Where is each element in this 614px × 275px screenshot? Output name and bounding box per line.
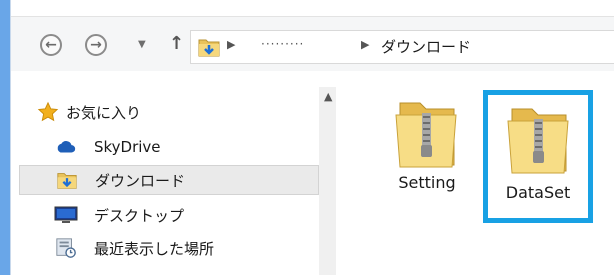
ribbon-fragment: ▔▔▔ <box>531 0 581 6</box>
sidebar-item-favorites[interactable]: お気に入り <box>19 97 319 127</box>
address-bar[interactable]: ▶ ········· ▶ ダウンロード <box>190 30 614 64</box>
downloads-folder-icon <box>197 35 221 63</box>
cloud-icon <box>54 135 78 159</box>
file-name: Setting <box>398 173 456 192</box>
breadcrumb-hidden-path[interactable]: ········· <box>261 37 304 51</box>
sidebar-item-label: SkyDrive <box>94 138 161 156</box>
star-icon <box>36 100 60 124</box>
ribbon-strip: ▔▔▔▔ ▔▔▔ <box>11 0 614 17</box>
file-list-pane: Setting DataSet <box>336 72 614 275</box>
file-name: DataSet <box>505 183 571 202</box>
file-item-dataset[interactable]: DataSet <box>483 90 593 223</box>
sidebar-item-recent-places[interactable]: 最近表示した場所 <box>19 233 319 263</box>
sidebar-item-downloads[interactable]: ダウンロード <box>19 165 319 195</box>
sidebar-item-desktop[interactable]: デスクトップ <box>19 200 319 230</box>
desktop-icon <box>54 203 78 227</box>
up-arrow-icon[interactable]: ↑ <box>169 33 184 54</box>
scroll-up-arrow-icon[interactable]: ▲ <box>324 90 332 103</box>
forward-arrow-icon[interactable]: → <box>85 34 107 56</box>
sidebar-item-label: ダウンロード <box>95 171 186 190</box>
breadcrumb-separator-icon[interactable]: ▶ <box>227 38 235 51</box>
zip-folder-icon <box>392 95 462 174</box>
sidebar-item-label: お気に入り <box>66 103 142 122</box>
sidebar-item-label: 最近表示した場所 <box>94 239 215 258</box>
sidebar-item-label: デスクトップ <box>94 206 185 225</box>
breadcrumb-separator-icon[interactable]: ▶ <box>361 38 369 51</box>
breadcrumb-current[interactable]: ダウンロード <box>381 36 471 57</box>
file-item-setting[interactable]: Setting <box>376 87 478 207</box>
chevron-down-icon[interactable]: ▼ <box>138 39 146 50</box>
sidebar-item-skydrive[interactable]: SkyDrive <box>19 132 319 162</box>
navigation-scrollbar[interactable] <box>319 87 336 275</box>
recent-places-icon <box>54 236 78 260</box>
window-frame-left <box>0 0 10 275</box>
downloads-folder-icon <box>55 168 79 192</box>
zip-folder-icon <box>504 101 574 180</box>
navigation-pane: お気に入り SkyDrive ダウンロード デスクトップ 最近表示した場所 ▲ <box>11 72 336 275</box>
back-arrow-icon[interactable]: ← <box>40 34 62 56</box>
ribbon-fragment: ▔▔▔▔ <box>131 0 191 6</box>
